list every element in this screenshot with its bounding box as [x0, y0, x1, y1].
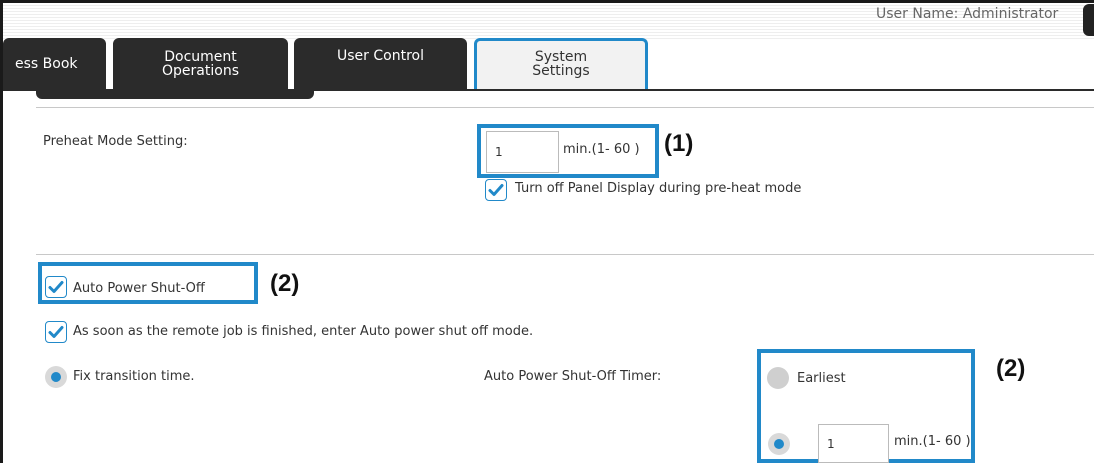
- callout-number-1: (1): [664, 130, 694, 157]
- fix-transition-label: Fix transition time.: [73, 369, 195, 384]
- tab-document-operations[interactable]: Document Operations: [113, 38, 288, 90]
- callout-box-1: [477, 124, 659, 178]
- auto-power-shutoff-label: Auto Power Shut-Off: [73, 281, 205, 296]
- shutoff-unit-label: min.(1- 60 ): [894, 434, 971, 449]
- custom-minutes-radio[interactable]: [768, 433, 790, 455]
- tab-system-settings[interactable]: System Settings: [474, 38, 648, 90]
- section-divider: [36, 254, 1094, 255]
- earliest-radio[interactable]: [767, 367, 789, 389]
- tab-label: ess Book: [15, 56, 78, 72]
- tab-address-book[interactable]: ess Book: [3, 38, 106, 90]
- tab-label-line2: Settings: [532, 62, 590, 79]
- tab-label-line1: System: [534, 48, 588, 65]
- sub-menu-button[interactable]: [36, 91, 314, 99]
- tab-label-line1: Document: [164, 49, 237, 65]
- tab-label-line2: Operations: [162, 63, 239, 79]
- user-name-label: User Name: Administrator: [876, 6, 1059, 22]
- remote-job-shutoff-checkbox[interactable]: [45, 321, 67, 343]
- checkmark-icon: [48, 326, 64, 338]
- callout-number-2: (2): [270, 270, 300, 297]
- tab-label: User Control: [337, 48, 424, 64]
- callout-number-2-timer: (2): [996, 355, 1026, 382]
- preheat-mode-label: Preheat Mode Setting:: [43, 134, 188, 149]
- section-divider: [36, 107, 1094, 108]
- shutoff-minutes-input[interactable]: [818, 424, 889, 463]
- checkmark-icon: [48, 281, 64, 293]
- panel-display-off-checkbox[interactable]: [485, 179, 507, 201]
- tab-user-control[interactable]: User Control: [294, 38, 467, 90]
- remote-job-shutoff-label: As soon as the remote job is finished, e…: [73, 324, 534, 339]
- earliest-label: Earliest: [797, 371, 846, 386]
- shutoff-timer-label: Auto Power Shut-Off Timer:: [484, 369, 662, 384]
- fix-transition-radio[interactable]: [45, 366, 67, 388]
- auto-power-shutoff-checkbox[interactable]: [45, 276, 67, 298]
- panel-display-off-label: Turn off Panel Display during pre-heat m…: [515, 181, 802, 196]
- checkmark-icon: [488, 184, 504, 196]
- header-menu-button[interactable]: [1083, 4, 1094, 36]
